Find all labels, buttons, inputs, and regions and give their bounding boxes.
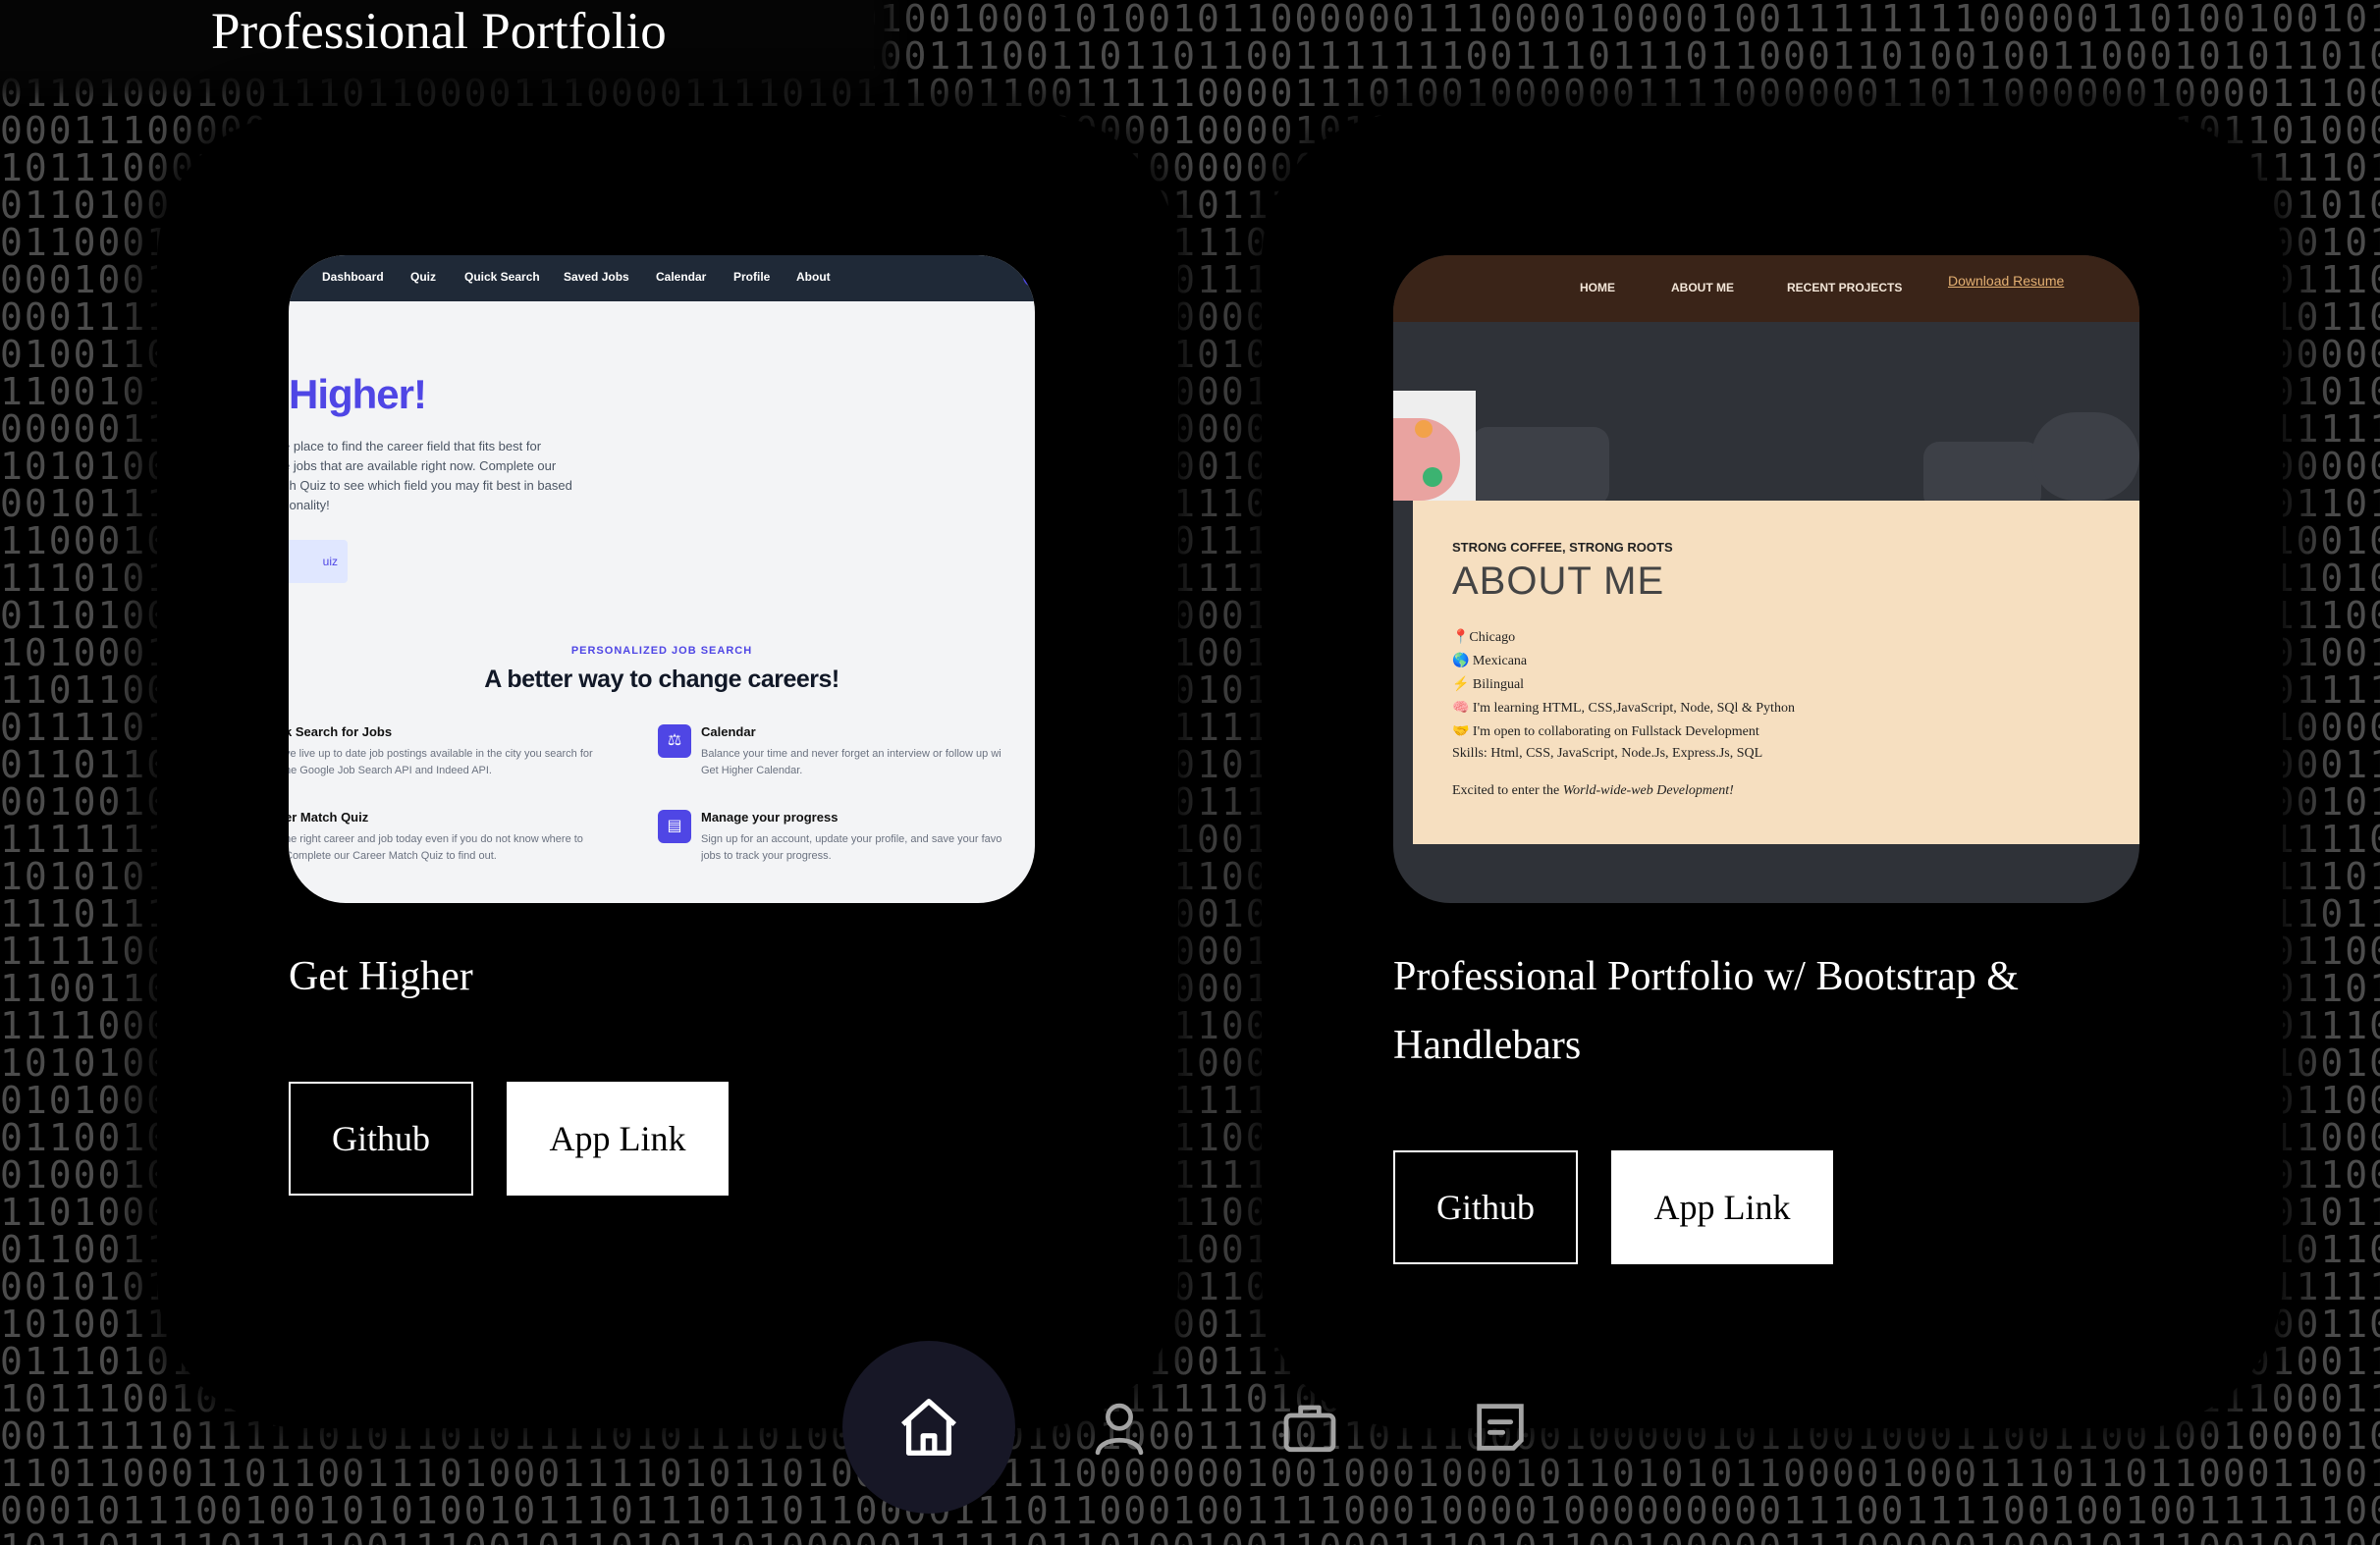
project-title: Get Higher [289, 954, 473, 999]
nav-blog[interactable] [1414, 1341, 1587, 1514]
page-title: Professional Portfolio [211, 3, 667, 60]
screenshot-eyebrow: STRONG COFFEE, STRONG ROOTS [1452, 540, 1673, 555]
screenshot-image [1393, 391, 1476, 501]
about-list: 📍Chicago 🌎 Mexicana ⚡ Bilingual 🧠 I'm le… [1452, 630, 1795, 739]
screenshot-nav-item: About [796, 270, 831, 284]
screenshot-nav-item: Dashboard [322, 270, 384, 284]
screenshot-nav-item: Calendar [656, 270, 707, 284]
screenshot-nav-item: Saved Jobs [564, 270, 629, 284]
app-link-button[interactable]: App Link [1611, 1150, 1833, 1264]
user-icon [1095, 1403, 1144, 1456]
chat-icon: ▤ [658, 810, 691, 843]
project-screenshot: HOME ABOUT ME RECENT PROJECTS Download R… [1393, 255, 2139, 903]
screenshot-eyebrow: PERSONALIZED JOB SEARCH [570, 645, 753, 657]
screenshot-decor [2031, 412, 2139, 501]
screenshot-quiz-button: uiz [289, 540, 348, 583]
blog-icon [1477, 1404, 1524, 1451]
screenshot-nav-item: Profile [733, 270, 771, 284]
screenshot-navbar: Dashboard Quiz Quick Search Saved Jobs C… [289, 255, 1035, 301]
screenshot-headline: A better way to change careers! [484, 666, 839, 693]
nav-about[interactable] [1033, 1341, 1206, 1514]
screenshot-headline: ABOUT ME [1452, 559, 1665, 603]
github-button[interactable]: Github [1393, 1150, 1578, 1264]
screenshot-nav-item: Quick Search [464, 270, 540, 284]
calendar-icon: ⚖ [658, 724, 691, 758]
project-screenshot: Dashboard Quiz Quick Search Saved Jobs C… [289, 255, 1035, 903]
screenshot-nav-item: HOME [1580, 281, 1615, 294]
screenshot-download-link: Download Resume [1948, 273, 2065, 289]
github-button[interactable]: Github [289, 1082, 473, 1196]
app-link-button[interactable]: App Link [507, 1082, 729, 1196]
title-bar: Professional Portfolio [0, 0, 874, 71]
screenshot-nav-item: ABOUT ME [1671, 281, 1734, 294]
skills-text: Skills: Html, CSS, JavaScript, Node.Js, … [1452, 746, 1763, 761]
screenshot-navbar: HOME ABOUT ME RECENT PROJECTS Download R… [1393, 255, 2139, 322]
nav-projects[interactable] [1223, 1341, 1396, 1514]
screenshot-hero: Higher! [289, 371, 427, 417]
nav-home[interactable] [842, 1341, 1015, 1514]
screenshot-subtext: e place to find the career field that fi… [289, 439, 572, 512]
screenshot-nav-item: RECENT PROJECTS [1787, 281, 1903, 294]
about-me-card: STRONG COFFEE, STRONG ROOTS ABOUT ME 📍Ch… [1413, 501, 2139, 844]
home-icon [901, 1399, 956, 1456]
project-title: Professional Portfolio w/ Bootstrap & Ha… [1393, 954, 2019, 1068]
bottom-nav [842, 1321, 1598, 1545]
briefcase-icon [1283, 1405, 1336, 1453]
project-card-get-higher: Dashboard Quiz Quick Search Saved Jobs C… [157, 113, 1178, 1428]
project-card-portfolio: HOME ABOUT ME RECENT PROJECTS Download R… [1262, 113, 2283, 1428]
avatar [1023, 267, 1035, 287]
screenshot-decor [1472, 427, 1609, 506]
screenshot-nav-item: Quiz [410, 270, 436, 284]
excited-text: Excited to enter the World-wide-web Deve… [1452, 783, 1734, 798]
